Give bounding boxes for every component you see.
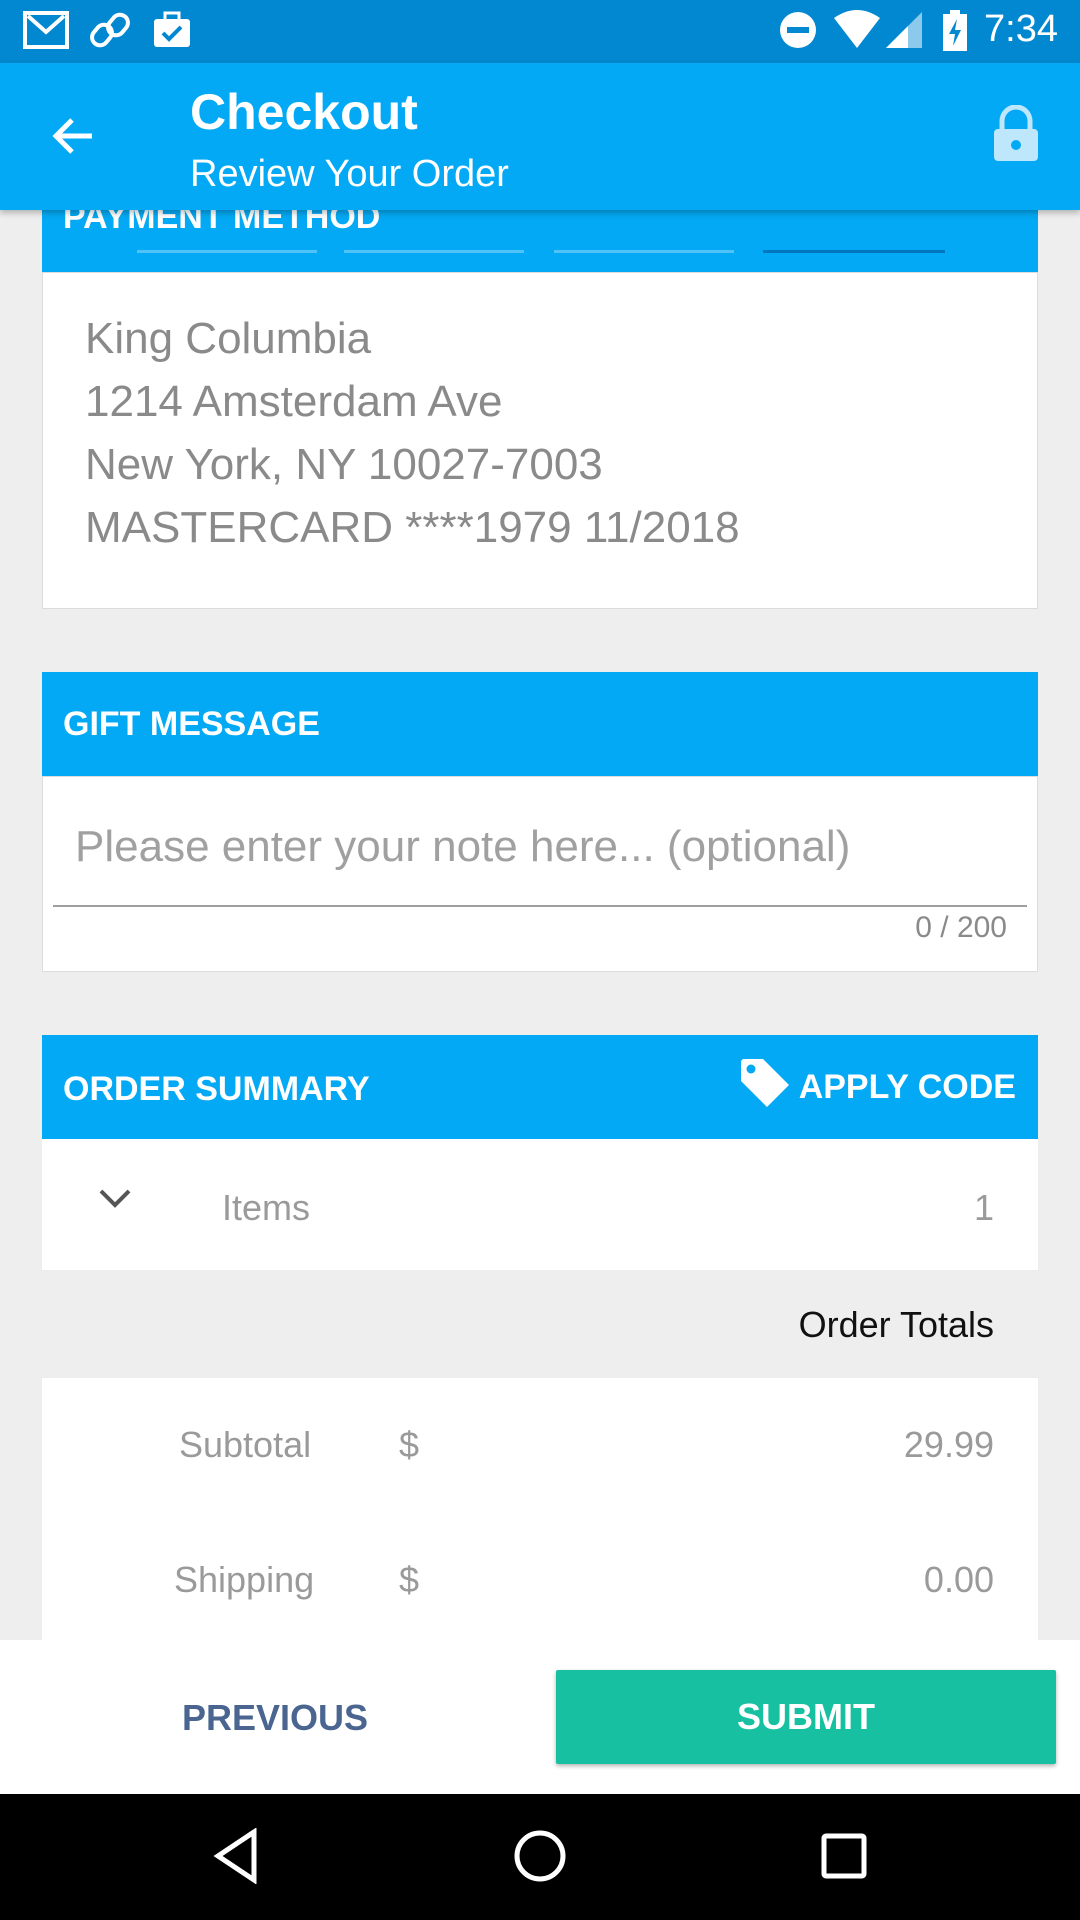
tag-icon (737, 1055, 793, 1120)
gift-message-title: GIFT MESSAGE (63, 705, 320, 743)
briefcase-check-icon (152, 10, 192, 55)
payment-address-block: King Columbia 1214 Amsterdam Ave New Yor… (85, 307, 740, 559)
subtotal-currency: $ (399, 1424, 420, 1465)
subtotal-label: Subtotal (179, 1424, 312, 1465)
wifi-icon (832, 10, 882, 55)
gift-message-header: GIFT MESSAGE (42, 672, 1038, 776)
payment-method-card: King Columbia 1214 Amsterdam Ave New Yor… (42, 272, 1038, 609)
order-totals-label: Order Totals (798, 1304, 994, 1345)
order-summary-title: ORDER SUMMARY (63, 1070, 370, 1108)
progress-step-3 (554, 250, 734, 253)
totals-row-subtotal: Subtotal $ 29.99 (42, 1424, 1038, 1484)
signal-icon (884, 10, 924, 55)
totals-row-shipping: Shipping $ 0.00 (42, 1559, 1038, 1619)
gift-message-card: 0 / 200 (42, 776, 1038, 972)
apply-code-button[interactable]: APPLY CODE (737, 1058, 1016, 1115)
link-icon (90, 10, 130, 55)
battery-charging-icon (942, 10, 968, 57)
chevron-down-icon[interactable] (98, 1187, 132, 1216)
order-totals-header: Order Totals (42, 1270, 1038, 1378)
lock-icon (992, 104, 1040, 168)
payment-method-header: PAYMENT METHOD (42, 198, 1038, 272)
shipping-currency: $ (399, 1559, 420, 1600)
items-label: Items (222, 1187, 311, 1228)
recents-nav-icon[interactable] (820, 1832, 868, 1885)
submit-button[interactable]: SUBMIT (556, 1670, 1056, 1764)
payment-card: MASTERCARD ****1979 11/2018 (85, 503, 740, 552)
totals-card: Subtotal $ 29.99 Shipping $ 0.00 (42, 1378, 1038, 1640)
character-counter: 0 / 200 (915, 911, 1007, 944)
home-nav-icon[interactable] (512, 1828, 568, 1889)
status-time: 7:34 (984, 8, 1058, 50)
do-not-disturb-icon (778, 10, 818, 55)
bottom-action-bar: PREVIOUS SUBMIT (0, 1640, 1080, 1794)
arrow-left-icon[interactable] (48, 111, 98, 166)
shipping-amount: 0.00 (923, 1559, 994, 1600)
payment-street: 1214 Amsterdam Ave (85, 377, 503, 426)
system-navigation-bar (0, 1794, 1080, 1920)
progress-step-2 (344, 250, 524, 253)
items-row[interactable]: Items 1 (42, 1139, 1038, 1270)
app-bar: Checkout Review Your Order (0, 63, 1080, 210)
order-summary-header: ORDER SUMMARY APPLY CODE (42, 1035, 1038, 1139)
back-nav-icon[interactable] (212, 1827, 260, 1889)
items-count: 1 (973, 1187, 994, 1228)
payment-city: New York, NY 10027-7003 (85, 440, 603, 489)
progress-step-4-active (763, 250, 945, 253)
apply-code-label: APPLY CODE (798, 1067, 1016, 1106)
payment-name: King Columbia (85, 314, 372, 363)
progress-step-1 (137, 250, 317, 253)
page-subtitle: Review Your Order (190, 153, 509, 195)
shipping-label: Shipping (174, 1559, 315, 1600)
page-title: Checkout (190, 84, 418, 140)
gift-message-input[interactable] (53, 789, 1027, 907)
subtotal-amount: 29.99 (903, 1424, 994, 1465)
previous-button[interactable]: PREVIOUS (140, 1688, 410, 1748)
gmail-icon (22, 10, 70, 55)
status-bar: 7:34 (0, 0, 1080, 63)
